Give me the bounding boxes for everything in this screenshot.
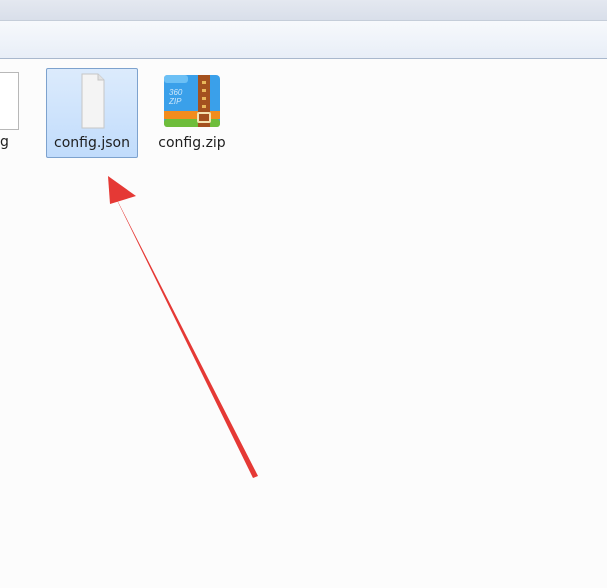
file-label: config.json bbox=[54, 135, 130, 151]
file-label: config.zip bbox=[158, 135, 226, 151]
file-view[interactable]: g config.json 360 ZIP config.zip bbox=[0, 59, 607, 588]
blank-document-icon bbox=[0, 72, 19, 130]
file-item-partial[interactable]: g bbox=[0, 68, 20, 168]
file-label-partial: g bbox=[0, 134, 9, 150]
360zip-archive-icon: 360 ZIP bbox=[164, 75, 220, 127]
file-item-config-zip[interactable]: 360 ZIP config.zip bbox=[146, 68, 238, 158]
zip-icon-text-zip: ZIP bbox=[168, 97, 182, 106]
file-item-config-json[interactable]: config.json bbox=[46, 68, 138, 158]
toolbar bbox=[0, 21, 607, 59]
blank-document-icon bbox=[81, 73, 105, 129]
window-top-bar bbox=[0, 0, 607, 21]
zip-icon-text-360: 360 bbox=[169, 88, 183, 97]
